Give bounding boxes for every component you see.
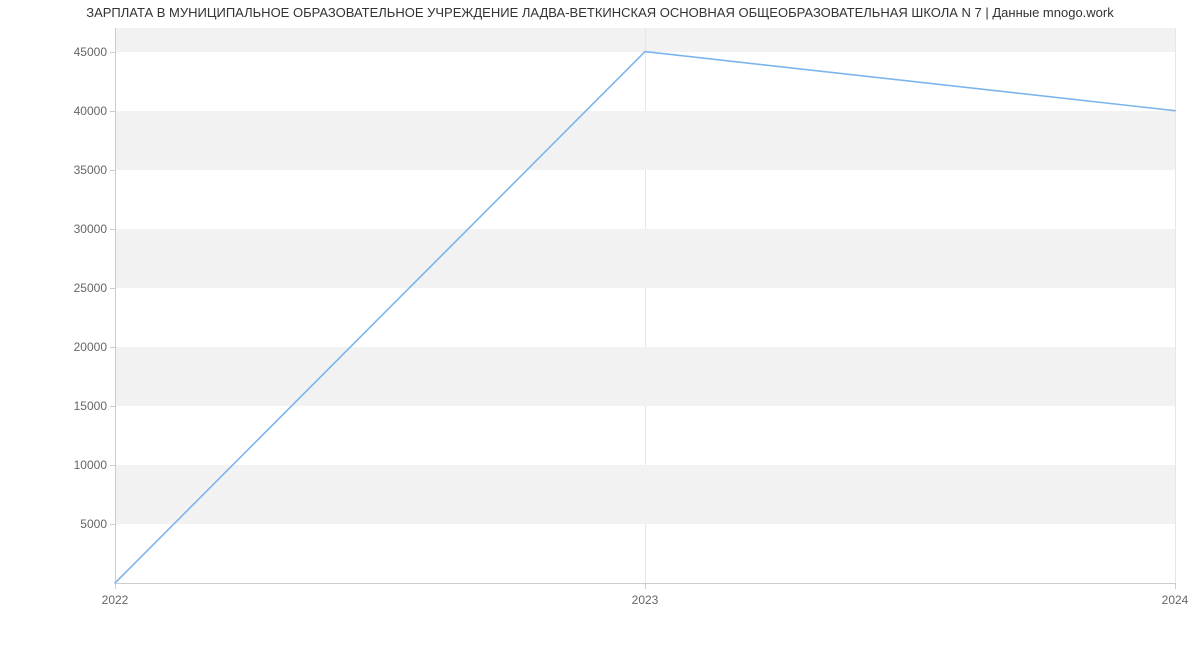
series-line — [115, 52, 1175, 583]
x-tick-label: 2023 — [632, 593, 659, 607]
y-tick-mark — [110, 111, 115, 112]
chart-title: ЗАРПЛАТА В МУНИЦИПАЛЬНОЕ ОБРАЗОВАТЕЛЬНОЕ… — [0, 5, 1200, 20]
y-tick-label: 15000 — [74, 399, 107, 413]
x-tick-label: 2022 — [102, 593, 129, 607]
y-tick-mark — [110, 465, 115, 466]
x-tick-mark — [645, 583, 646, 589]
y-tick-mark — [110, 406, 115, 407]
x-tick-label: 2024 — [1162, 593, 1189, 607]
chart-series-svg — [115, 28, 1175, 583]
plot-area: 5000100001500020000250003000035000400004… — [115, 28, 1175, 584]
y-tick-label: 45000 — [74, 45, 107, 59]
y-tick-mark — [110, 288, 115, 289]
x-tick-mark — [115, 583, 116, 589]
y-tick-mark — [110, 347, 115, 348]
y-tick-label: 25000 — [74, 281, 107, 295]
y-tick-label: 35000 — [74, 163, 107, 177]
y-tick-label: 10000 — [74, 458, 107, 472]
y-tick-mark — [110, 52, 115, 53]
x-tick-mark — [1175, 583, 1176, 589]
y-tick-mark — [110, 524, 115, 525]
y-tick-label: 40000 — [74, 104, 107, 118]
y-tick-label: 20000 — [74, 340, 107, 354]
y-tick-label: 5000 — [80, 517, 107, 531]
y-tick-label: 30000 — [74, 222, 107, 236]
y-tick-mark — [110, 229, 115, 230]
salary-line-chart: ЗАРПЛАТА В МУНИЦИПАЛЬНОЕ ОБРАЗОВАТЕЛЬНОЕ… — [0, 0, 1200, 650]
y-tick-mark — [110, 170, 115, 171]
